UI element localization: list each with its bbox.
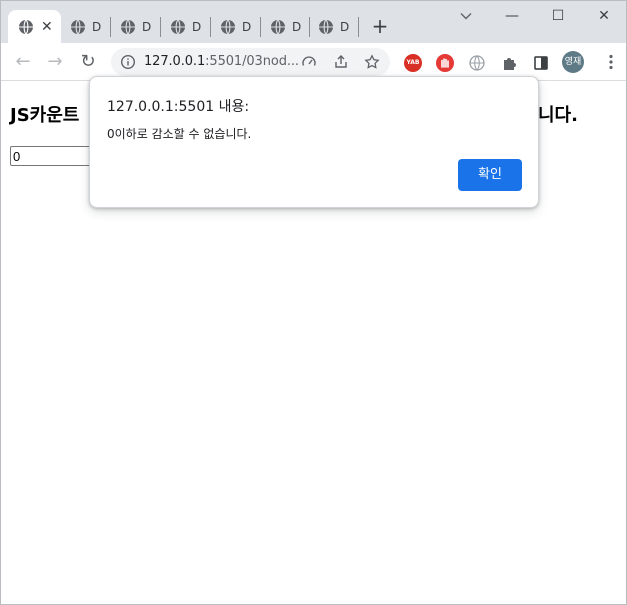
tab-title: D: [142, 19, 152, 34]
tab-title: D: [192, 19, 202, 34]
tab-3[interactable]: D: [111, 10, 161, 43]
tab-2[interactable]: D: [61, 10, 111, 43]
tab-title: D: [92, 19, 102, 34]
globe-icon: [19, 19, 33, 34]
globe-icon: [121, 19, 135, 34]
page-heading-tail: 니다.: [538, 105, 578, 126]
share-icon[interactable]: [333, 54, 349, 70]
url-rest: :5501/03nod...: [205, 54, 299, 69]
tab-close-button[interactable]: ✕: [41, 20, 53, 34]
yab-extension-icon[interactable]: YAB: [404, 54, 422, 72]
minimize-button[interactable]: —: [501, 5, 523, 27]
kebab-menu-icon[interactable]: [601, 52, 621, 72]
tab-search-chevron-icon[interactable]: [459, 9, 473, 23]
close-window-button[interactable]: ✕: [593, 5, 615, 27]
tab-title: D: [242, 19, 252, 34]
info-icon[interactable]: [120, 54, 136, 70]
profile-avatar[interactable]: 영재: [562, 51, 584, 73]
alert-dialog: 127.0.0.1:5501 내용: 0이하로 감소할 수 없습니다. 확인: [89, 76, 539, 208]
browser-window: ✕ D D D D D D + — ☐ ✕ ← → ↻ 127.0.0.1:55…: [0, 0, 627, 605]
globe-extension-icon[interactable]: [468, 54, 486, 72]
maximize-button[interactable]: ☐: [547, 5, 569, 27]
globe-icon: [271, 19, 285, 34]
back-button[interactable]: ←: [12, 51, 34, 73]
tab-separator: [358, 17, 359, 37]
dialog-title: 127.0.0.1:5501 내용:: [107, 99, 250, 115]
tab-active[interactable]: ✕: [8, 10, 61, 43]
extensions-puzzle-icon[interactable]: [500, 54, 518, 72]
address-bar[interactable]: 127.0.0.1:5501/03nod...: [111, 48, 390, 76]
stop-hand-extension-icon[interactable]: [436, 54, 454, 72]
url-host: 127.0.0.1: [144, 54, 206, 69]
dialog-message: 0이하로 감소할 수 없습니다.: [107, 127, 252, 141]
side-panel-icon[interactable]: [532, 54, 550, 72]
ok-button[interactable]: 확인: [458, 159, 522, 191]
globe-icon: [319, 19, 333, 34]
globe-icon: [71, 19, 85, 34]
tab-title: D: [292, 19, 302, 34]
tab-strip: ✕ D D D D D D + — ☐ ✕: [1, 1, 626, 43]
tab-title: D: [340, 19, 350, 34]
new-tab-button[interactable]: +: [369, 15, 391, 37]
globe-icon: [171, 19, 185, 34]
tab-5[interactable]: D: [211, 10, 261, 43]
count-input[interactable]: [10, 146, 94, 166]
tab-4[interactable]: D: [161, 10, 211, 43]
url-text: 127.0.0.1:5501/03nod...: [144, 54, 299, 69]
tab-7[interactable]: D: [309, 10, 359, 43]
star-bookmark-icon[interactable]: [364, 54, 380, 70]
speedometer-icon[interactable]: [301, 54, 317, 70]
reload-button[interactable]: ↻: [77, 51, 99, 73]
forward-button[interactable]: →: [44, 51, 66, 73]
page-heading: JS카운트: [10, 105, 80, 126]
globe-icon: [221, 19, 235, 34]
tab-6[interactable]: D: [261, 10, 311, 43]
